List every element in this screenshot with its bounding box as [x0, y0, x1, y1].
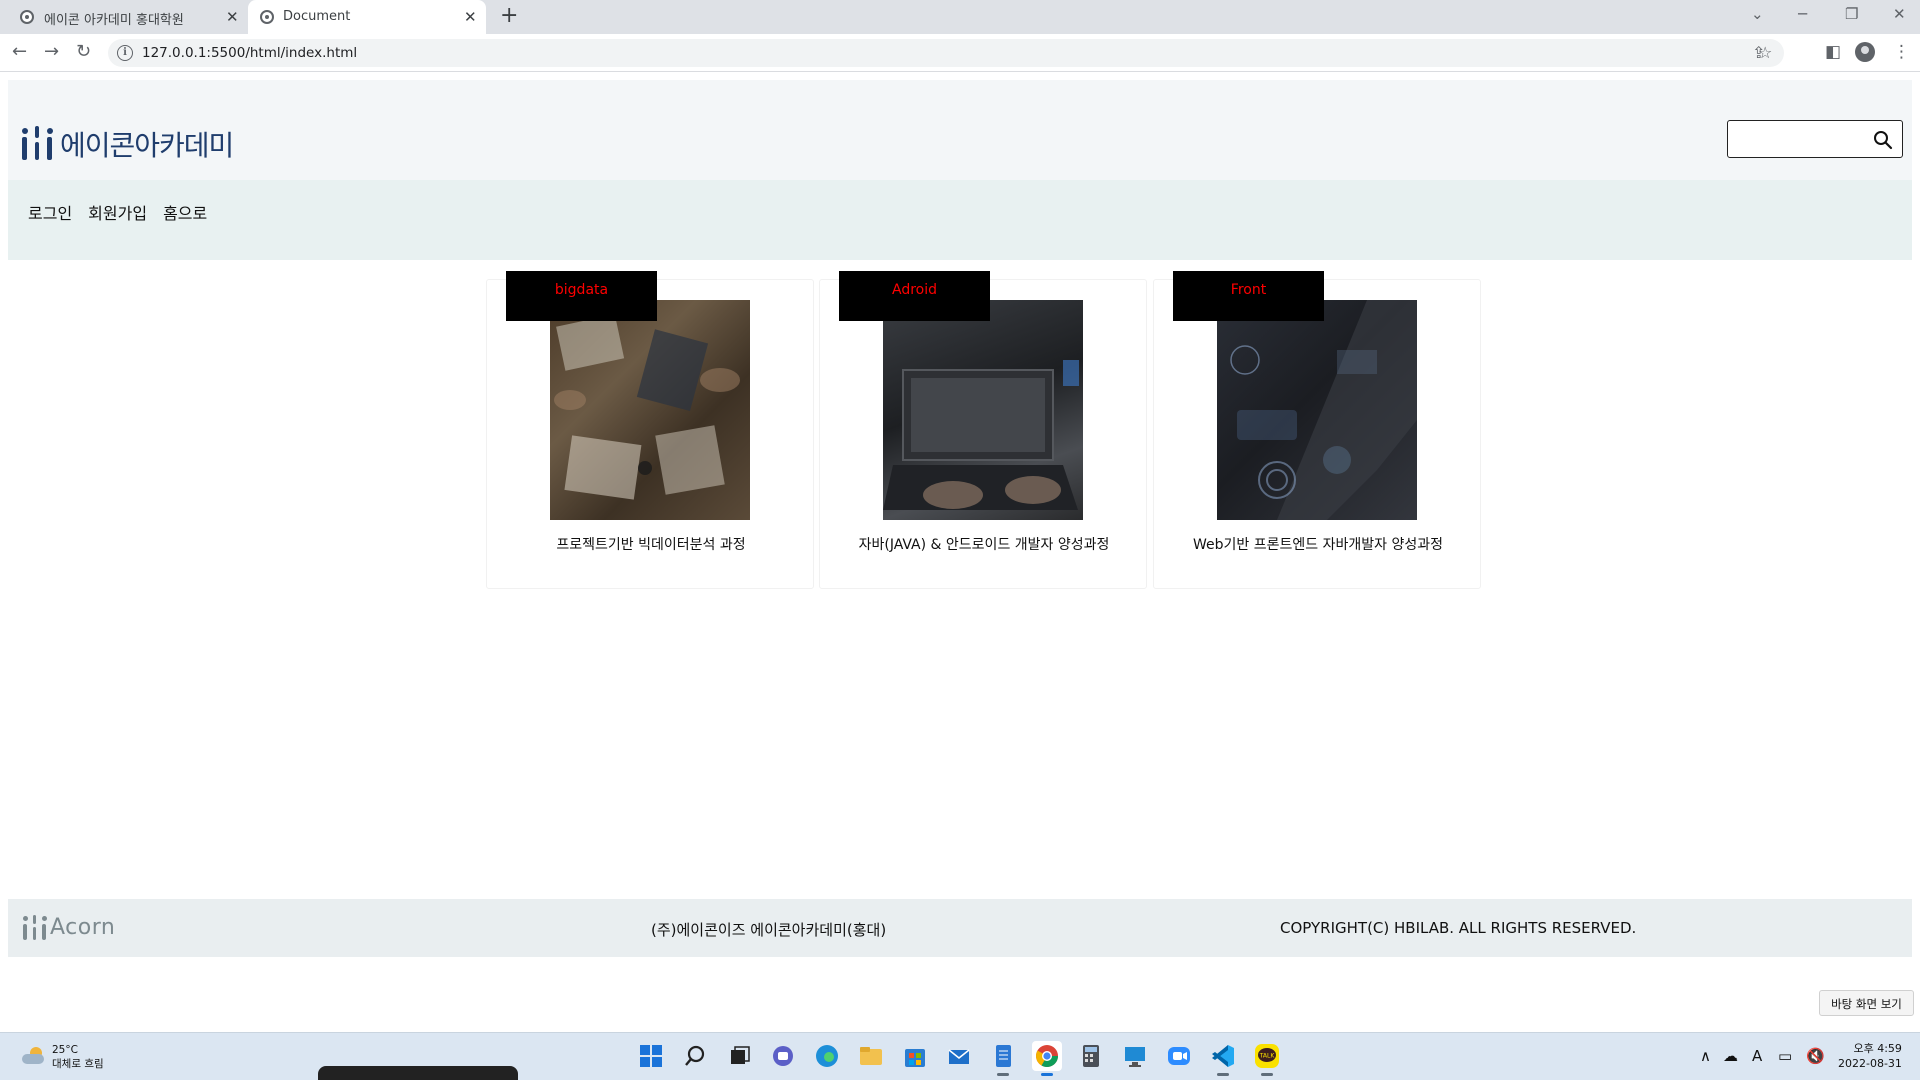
cloud-sun-icon: [20, 1047, 48, 1067]
forward-arrow-icon[interactable]: →: [44, 41, 59, 62]
close-icon[interactable]: ✕: [226, 8, 239, 26]
course-image[interactable]: [550, 300, 750, 520]
acorn-logo-icon: [22, 913, 48, 941]
browser-tab-active[interactable]: Document ✕: [248, 0, 486, 34]
globe-icon: [260, 10, 274, 24]
network-icon[interactable]: ▭: [1778, 1047, 1792, 1065]
notepad-icon[interactable]: [988, 1041, 1018, 1076]
reload-icon[interactable]: ↻: [76, 41, 91, 62]
nav-link-signup[interactable]: 회원가입: [88, 200, 147, 224]
svg-text:TALK: TALK: [1259, 1053, 1276, 1060]
course-title[interactable]: 자바(JAVA) & 안드로이드 개발자 양성과정: [820, 534, 1148, 554]
search-icon[interactable]: [680, 1041, 710, 1071]
clock-date: 2022-08-31: [1838, 1057, 1902, 1070]
teams-chat-icon[interactable]: [768, 1041, 798, 1071]
profile-avatar-icon[interactable]: [1855, 42, 1875, 62]
browser-toolbar: ← → ↻ i 127.0.0.1:5500/html/index.html ⇪…: [0, 34, 1920, 72]
globe-icon: [20, 10, 34, 24]
course-image[interactable]: [883, 300, 1083, 520]
start-icon[interactable]: [636, 1041, 666, 1071]
new-tab-button[interactable]: +: [500, 3, 518, 28]
course-badge: Front: [1173, 271, 1324, 321]
footer-company: (주)에이콘이즈 에이콘아카데미(홍대): [651, 921, 887, 939]
clock[interactable]: 오후 4:59 2022-08-31: [1838, 1041, 1902, 1071]
search-icon[interactable]: [1872, 129, 1894, 151]
footer-logo: Acorn: [22, 913, 115, 941]
address-bar[interactable]: i 127.0.0.1:5500/html/index.html ⇪ ☆: [108, 39, 1784, 67]
bookmark-star-icon[interactable]: ☆: [1758, 43, 1772, 62]
calculator-icon[interactable]: [1076, 1041, 1106, 1071]
course-card[interactable]: Front Web기반 프론트엔드 자바개발자 양성과정: [1153, 271, 1482, 589]
weather-desc: 대체로 흐림: [52, 1058, 104, 1070]
tab-title: 에이콘 아카데미 홍대학원: [44, 13, 184, 28]
site-logo[interactable]: 에이콘아카데미: [20, 124, 234, 164]
edge-browser-icon[interactable]: [812, 1041, 842, 1071]
site-nav: 로그인 회원가입 홈으로: [8, 180, 1912, 260]
chrome-icon[interactable]: [1032, 1041, 1062, 1076]
onedrive-cloud-icon[interactable]: ☁: [1723, 1047, 1738, 1065]
weather-widget[interactable]: 25°C 대체로 흐림: [20, 1043, 104, 1071]
mail-icon[interactable]: [944, 1041, 974, 1071]
course-image-illustration: [554, 314, 740, 500]
site-header: 에이콘아카데미: [8, 80, 1912, 180]
chevron-up-icon[interactable]: ∧: [1700, 1047, 1711, 1065]
course-title[interactable]: 프로젝트기반 빅데이터분석 과정: [487, 534, 815, 554]
taskbar: 25°C 대체로 흐림 TALK ∧ ☁ A ▭ 🔇 오후 4:59 2022-…: [0, 1032, 1920, 1080]
page-viewport: 에이콘아카데미 로그인 회원가입 홈으로 bigdata 프로젝트기반 빅데이터…: [0, 72, 1920, 1032]
course-image-illustration: [1230, 300, 1417, 520]
browser-tab-strip: 에이콘 아카데미 홍대학원 ✕ Document ✕ + ⌄ ─ ❐ ✕: [0, 0, 1920, 34]
task-view-icon[interactable]: [724, 1041, 754, 1071]
course-title[interactable]: Web기반 프론트엔드 자바개발자 양성과정: [1154, 534, 1482, 554]
volume-icon[interactable]: 🔇: [1806, 1047, 1825, 1065]
side-panel-icon[interactable]: ◧: [1825, 42, 1841, 62]
course-card[interactable]: bigdata 프로젝트기반 빅데이터분석 과정: [486, 271, 815, 589]
search-box[interactable]: [1727, 120, 1903, 158]
info-icon[interactable]: i: [117, 45, 133, 61]
vscode-icon[interactable]: [1208, 1041, 1238, 1076]
close-icon[interactable]: ✕: [464, 8, 477, 26]
search-input[interactable]: [1732, 125, 1868, 153]
minimize-button[interactable]: ─: [1798, 5, 1807, 23]
restore-button[interactable]: ❐: [1845, 5, 1858, 23]
window-close-button[interactable]: ✕: [1893, 5, 1906, 23]
footer-copyright: COPYRIGHT(C) HBILAB. ALL RIGHTS RESERVED…: [1280, 919, 1637, 937]
ime-indicator[interactable]: A: [1752, 1047, 1762, 1065]
file-explorer-icon[interactable]: [856, 1041, 886, 1071]
menu-kebab-icon[interactable]: ⋮: [1893, 42, 1910, 62]
course-badge: bigdata: [506, 271, 657, 321]
nav-link-home[interactable]: 홈으로: [163, 200, 207, 224]
store-icon[interactable]: [900, 1041, 930, 1071]
site-footer: Acorn (주)에이콘이즈 에이콘아카데미(홍대) COPYRIGHT(C) …: [8, 899, 1912, 957]
url-text[interactable]: 127.0.0.1:5500/html/index.html: [142, 45, 357, 61]
tab-search-icon[interactable]: ⌄: [1751, 5, 1764, 23]
taskbar-preview-handle: [318, 1066, 518, 1080]
course-image[interactable]: [1217, 300, 1417, 520]
back-arrow-icon[interactable]: ←: [12, 41, 27, 62]
nav-link-login[interactable]: 로그인: [28, 200, 72, 224]
acorn-logo-icon: [20, 126, 56, 162]
browser-tab[interactable]: 에이콘 아카데미 홍대학원 ✕: [0, 0, 246, 34]
course-image-illustration: [883, 360, 1079, 510]
weather-temp: 25°C: [52, 1044, 78, 1056]
logo-text: 에이콘아카데미: [60, 129, 234, 162]
zoom-icon[interactable]: [1164, 1041, 1194, 1071]
course-badge: Adroid: [839, 271, 990, 321]
course-card[interactable]: Adroid 자바(JAVA) & 안드로이드 개발자 양성과정: [819, 271, 1148, 589]
kakaotalk-icon[interactable]: TALK: [1252, 1041, 1282, 1076]
desktop-tooltip: 바탕 화면 보기: [1819, 990, 1914, 1016]
tab-title: Document: [283, 9, 351, 24]
clock-time: 오후 4:59: [1853, 1042, 1902, 1055]
footer-logo-text: Acorn: [50, 914, 116, 940]
remote-desktop-icon[interactable]: [1120, 1041, 1150, 1071]
